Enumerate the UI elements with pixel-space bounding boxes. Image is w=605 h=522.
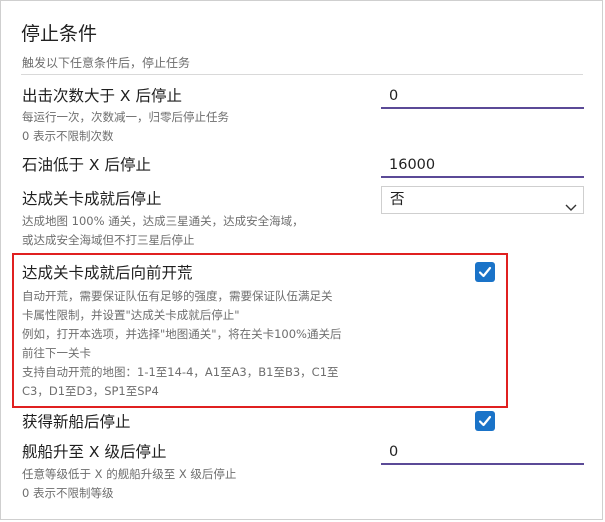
stage-achievement-desc-line-1: 达成地图 100% 通关，达成三星通关，达成安全海域， — [22, 214, 304, 228]
oil-threshold-field[interactable] — [381, 154, 584, 178]
stage-achievement-label: 达成关卡成就后停止 — [22, 190, 162, 208]
section-subtitle: 触发以下任意条件后，停止任务 — [22, 56, 191, 70]
divider — [21, 74, 583, 75]
advance-after-achievement-label: 达成关卡成就后向前开荒 — [22, 264, 193, 282]
stop-conditions-panel: 停止条件 触发以下任意条件后，停止任务 出击次数大于 X 后停止 每运行一次，次… — [0, 0, 603, 520]
checkmark-icon — [478, 415, 492, 427]
advance-desc-line-1: 自动开荒，需要保证队伍有足够的强度，需要保证队伍满足关 — [22, 289, 333, 303]
advance-desc-line-2: 卡属性限制，并设置"达成关卡成就后停止" — [22, 308, 240, 322]
new-ship-checkbox[interactable] — [475, 411, 495, 431]
ship-level-field[interactable] — [381, 441, 584, 465]
advance-after-achievement-checkbox[interactable] — [475, 262, 495, 282]
advance-desc-line-4: 前往下一关卡 — [22, 346, 91, 360]
advance-desc-line-3: 例如，打开本选项，并选择"地图通关"，将在关卡100%通关后 — [22, 327, 342, 341]
ship-level-desc-line-2: 0 表示不限制等级 — [22, 486, 114, 500]
sortie-count-desc-line-2: 0 表示不限制次数 — [22, 129, 114, 143]
stage-achievement-desc-line-2: 或达成安全海域但不打三星后停止 — [22, 233, 195, 247]
advance-desc-line-6: C3，D1至D3，SP1至SP4 — [22, 384, 159, 398]
ship-level-input[interactable] — [381, 441, 584, 463]
section-title: 停止条件 — [21, 23, 98, 45]
chevron-down-icon — [565, 195, 577, 221]
checkmark-icon — [478, 266, 492, 278]
sortie-count-desc-line-1: 每运行一次，次数减一，归零后停止任务 — [22, 110, 229, 124]
stage-achievement-select[interactable]: 否 — [381, 186, 584, 214]
oil-threshold-label: 石油低于 X 后停止 — [22, 156, 151, 174]
ship-level-desc-line-1: 任意等级低于 X 的舰船升级至 X 级后停止 — [22, 467, 237, 481]
stage-achievement-select-value: 否 — [390, 192, 405, 208]
sortie-count-input[interactable] — [381, 85, 584, 107]
sortie-count-field[interactable] — [381, 85, 584, 109]
new-ship-label: 获得新船后停止 — [22, 413, 131, 431]
ship-level-label: 舰船升至 X 级后停止 — [22, 443, 167, 461]
oil-threshold-input[interactable] — [381, 154, 584, 176]
advance-desc-line-5: 支持自动开荒的地图：1-1至14-4，A1至A3，B1至B3，C1至 — [22, 365, 339, 379]
sortie-count-label: 出击次数大于 X 后停止 — [22, 87, 182, 105]
